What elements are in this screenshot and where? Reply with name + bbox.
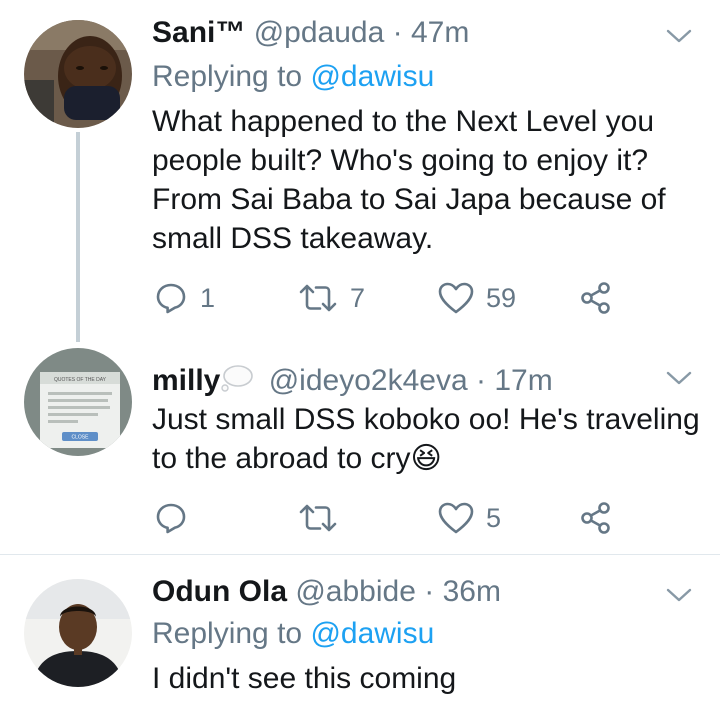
timestamp[interactable]: 47m: [411, 16, 469, 49]
thread-line: [76, 132, 80, 342]
tweet-header: Odun Ola @abbide · 36m: [152, 575, 660, 609]
like-button[interactable]: 59: [438, 276, 516, 320]
handle[interactable]: @abbide: [295, 575, 416, 608]
replying-to: Replying to @dawisu: [152, 60, 434, 94]
reply-icon: [156, 283, 186, 314]
avatar-image: [24, 20, 132, 128]
tweet-actions: 1 7 59: [152, 276, 632, 320]
avatar-close-label: CLOSE: [72, 435, 90, 441]
tweet-text: I didn't see this coming: [152, 662, 457, 695]
retweet-count: 7: [350, 282, 366, 313]
laughing-emoji: 😆: [410, 442, 442, 475]
avatar-odun-ola[interactable]: [24, 579, 132, 687]
replying-handle-link[interactable]: @dawisu: [310, 617, 434, 650]
tweet-header: Sani™ @pdauda · 47m: [152, 16, 660, 50]
avatar-milly[interactable]: QUOTES OF THE DAY CLOSE: [24, 348, 132, 456]
tweet-sani[interactable]: Sani™ @pdauda · 47m Replying to @dawisu …: [0, 0, 720, 342]
tweet-header: milly @ideyo2k4eva · 17m: [152, 364, 660, 400]
reply-button[interactable]: 1: [154, 276, 215, 320]
thought-bubble-icon: [220, 364, 254, 400]
retweet-button[interactable]: 7: [298, 276, 365, 320]
reply-button[interactable]: [154, 496, 200, 540]
like-button[interactable]: 5: [438, 496, 501, 540]
separator: ·: [392, 16, 403, 49]
retweet-icon: [299, 284, 337, 312]
avatar-sani[interactable]: [24, 20, 132, 128]
share-icon: [581, 502, 610, 534]
like-icon: [438, 502, 474, 534]
share-icon: [581, 282, 610, 314]
display-name[interactable]: Odun Ola: [152, 575, 287, 608]
separator: ·: [424, 575, 435, 608]
tweet-odun-ola[interactable]: Odun Ola @abbide · 36m Replying to @dawi…: [0, 555, 720, 706]
avatar-image: QUOTES OF THE DAY CLOSE: [24, 348, 132, 456]
display-name[interactable]: milly: [152, 364, 220, 397]
like-count: 5: [486, 502, 502, 533]
timestamp[interactable]: 36m: [443, 575, 501, 608]
replying-handle-link[interactable]: @dawisu: [310, 60, 434, 93]
reply-icon: [156, 503, 186, 534]
share-button[interactable]: [580, 276, 612, 320]
separator: ·: [475, 364, 486, 397]
chevron-down-icon[interactable]: [666, 28, 692, 44]
like-count: 59: [486, 282, 517, 313]
avatar-quote-title: QUOTES OF THE DAY: [54, 377, 107, 383]
tweet-actions: 5: [152, 496, 632, 540]
tweet-text: What happened to the Next Level you peop…: [152, 105, 666, 255]
retweet-button[interactable]: [298, 496, 350, 540]
replying-prefix: Replying to: [152, 60, 303, 93]
chevron-down-icon[interactable]: [666, 587, 692, 603]
tweet-milly[interactable]: QUOTES OF THE DAY CLOSE milly @ideyo2k4e…: [0, 340, 720, 554]
share-button[interactable]: [580, 496, 612, 540]
replying-to: Replying to @dawisu: [152, 617, 434, 651]
display-name[interactable]: Sani™: [152, 16, 245, 49]
avatar-image: [24, 579, 132, 687]
replying-prefix: Replying to: [152, 617, 303, 650]
chevron-down-icon[interactable]: [666, 370, 692, 386]
timestamp[interactable]: 17m: [494, 364, 552, 397]
retweet-icon: [299, 504, 337, 532]
like-icon: [438, 282, 474, 314]
tweet-text: Just small DSS koboko oo! He's traveling…: [152, 400, 700, 478]
handle[interactable]: @ideyo2k4eva: [269, 364, 468, 397]
handle[interactable]: @pdauda: [254, 16, 385, 49]
reply-count: 1: [200, 282, 216, 313]
